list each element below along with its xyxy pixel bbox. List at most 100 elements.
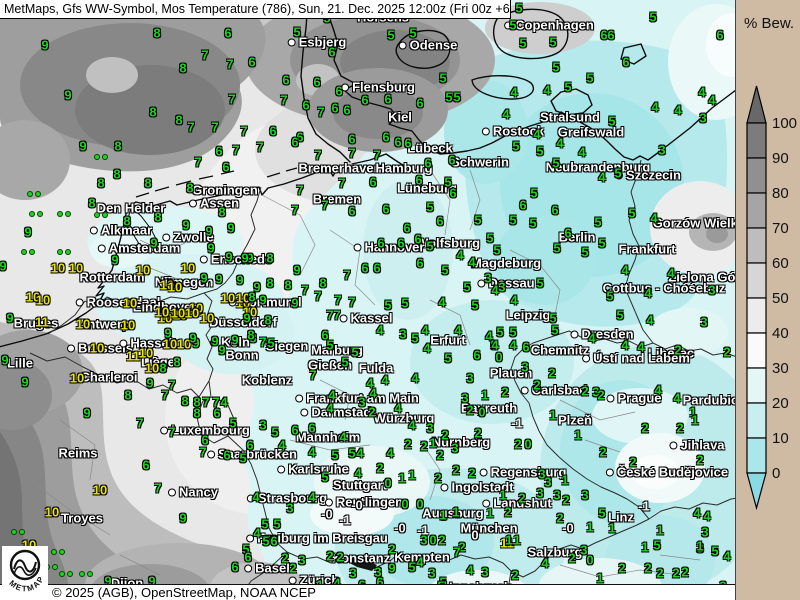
temperature-value: 1 (561, 473, 568, 488)
city-label: Bonn (225, 348, 258, 363)
temperature-value: 6 (404, 136, 411, 151)
temperature-value: 9 (293, 263, 300, 278)
temperature-value: 4 (621, 263, 628, 278)
city-label: Nancy (168, 485, 218, 500)
temperature-value: 6 (416, 256, 423, 271)
temperature-value: 10 (136, 263, 150, 278)
city-marker-icon (340, 314, 348, 322)
temperature-value: 2 (568, 551, 575, 566)
temperature-value: 2 (641, 421, 648, 436)
temperature-value: 3 (481, 565, 488, 580)
temperature-value: 9 (146, 376, 153, 391)
temperature-value: 6 (231, 560, 238, 575)
temperature-value: 6 (222, 160, 229, 175)
city-marker-icon (98, 244, 106, 252)
weather-map[interactable]: HorsensEsbjergOdenseCopenhagenFlensburgK… (0, 0, 735, 600)
temperature-value: 0 (524, 437, 531, 452)
city-marker-icon (606, 394, 614, 402)
temperature-value: 4 (252, 490, 259, 505)
temperature-value: 6 (369, 175, 376, 190)
temperature-value: 10 (200, 311, 214, 326)
temperature-value: 6 (223, 448, 230, 463)
city-label: Assen (189, 196, 239, 211)
temperature-value: 2 (696, 453, 703, 468)
temperature-value: 5 (649, 10, 656, 25)
temperature-value: 5 (267, 336, 274, 351)
temperature-value: 4 (556, 136, 563, 151)
city-label: Bremerhaven (298, 161, 381, 176)
temperature-value: 7 (334, 293, 341, 308)
temperature-value: 2 (674, 343, 681, 358)
temperature-value: 11 (126, 349, 140, 364)
temperature-value: 1 (486, 506, 493, 521)
temperature-value: 4 (421, 323, 428, 338)
temperature-value: 1 (691, 413, 698, 428)
city-marker-icon (162, 233, 170, 241)
city-label: Chemnitz (531, 343, 590, 358)
weather-dot-icon (68, 572, 72, 576)
temperature-value: 8 (266, 276, 273, 291)
temperature-value: 6 (331, 101, 338, 116)
temperature-value: 3 (521, 360, 528, 375)
temperature-value: 6 (397, 236, 404, 251)
temperature-value: 5 (586, 71, 593, 86)
temperature-value: 6 (282, 73, 289, 88)
temperature-value: 7 (199, 445, 206, 460)
temperature-value: 8 (319, 276, 326, 291)
temperature-value: 6 (269, 124, 276, 139)
weather-dot-icon (60, 572, 64, 576)
weather-dot-icon (60, 550, 64, 554)
temperature-value: 6 (522, 340, 529, 355)
temperature-value: 11 (35, 315, 49, 330)
city-marker-icon (160, 426, 168, 434)
weather-dot-icon (58, 250, 62, 254)
temperature-value: 6 (473, 348, 480, 363)
city-marker-icon (277, 465, 285, 473)
city-marker-icon (482, 127, 490, 135)
temperature-value: 9 (205, 224, 212, 239)
temperature-value: 6 (213, 406, 220, 421)
temperature-value: 2 (326, 549, 333, 564)
weather-dot-icon (95, 213, 99, 217)
city-label: Rotterdam (79, 270, 144, 285)
temperature-value: 6 (361, 261, 368, 276)
temperature-value: 4 (543, 83, 550, 98)
temperature-value: 4 (416, 555, 423, 570)
temperature-value: 10 (185, 306, 199, 321)
temperature-value: 5 (326, 338, 333, 353)
temperature-value: 3 (428, 566, 435, 581)
temperature-value: 6 (348, 204, 355, 219)
city-marker-icon (399, 41, 407, 49)
temperature-value: 10 (70, 371, 84, 386)
temperature-value: 5 (348, 446, 355, 461)
temperature-value: 1 (505, 533, 512, 548)
temperature-value: 5 (293, 25, 300, 40)
temperature-value: 5 (439, 71, 446, 86)
temperature-value: 10 (145, 361, 159, 376)
temperature-value: 5 (408, 560, 415, 575)
temperature-value: 9 (64, 88, 71, 103)
temperature-value: 6 (313, 75, 320, 90)
temperature-value: 5 (341, 355, 348, 370)
temperature-value: 5 (471, 298, 478, 313)
temperature-value: 4 (308, 445, 315, 460)
temperature-value: 7 (259, 335, 266, 350)
metmaps-logo-icon: METMAPS (2, 546, 48, 600)
temperature-value: 2 (723, 345, 730, 360)
temperature-value: 5 (411, 331, 418, 346)
temperature-value: 9 (41, 38, 48, 53)
city-label: Charleroi (80, 370, 137, 385)
city-label: Prague (606, 391, 661, 406)
temperature-value: 7 (314, 289, 321, 304)
temperature-value: 5 (711, 544, 718, 559)
temperature-value: 6 (224, 26, 231, 41)
temperature-value: 4 (456, 248, 463, 263)
temperature-value: 7 (314, 148, 321, 163)
temperature-value: 2 (501, 385, 508, 400)
temperature-value: 6 (416, 96, 423, 111)
temperature-value: 0 (471, 528, 478, 543)
temperature-value: 3 (399, 327, 406, 342)
temperature-value: 3 (298, 553, 305, 568)
temperature-value: 1 (408, 468, 415, 483)
temperature-value: 2 (548, 366, 555, 381)
